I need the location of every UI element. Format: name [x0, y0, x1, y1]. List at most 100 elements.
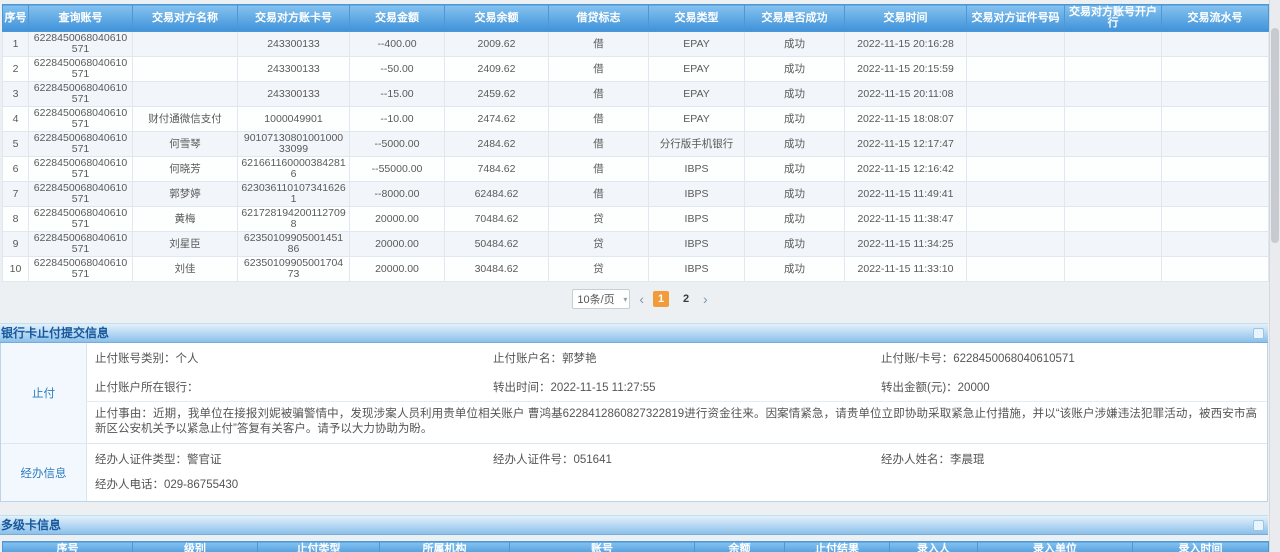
table-cell	[1065, 232, 1162, 257]
table-cell: 70484.62	[445, 207, 549, 232]
column-header: 止付类型	[258, 542, 380, 552]
table-cell: 2022-11-15 11:33:10	[845, 257, 967, 282]
table-cell: 30484.62	[445, 257, 549, 282]
table-cell	[1065, 107, 1162, 132]
table-cell: 4	[3, 107, 29, 132]
table-cell: 刘佳	[133, 257, 238, 282]
table-cell: 贷	[549, 232, 649, 257]
collapse-icon[interactable]	[1253, 520, 1264, 531]
table-cell: 分行版手机银行	[649, 132, 745, 157]
table-cell	[1065, 132, 1162, 157]
column-header: 交易时间	[845, 5, 967, 32]
table-cell: 成功	[745, 207, 845, 232]
column-header: 录入时间	[1133, 542, 1269, 552]
table-cell: 6228450068040610571	[29, 232, 133, 257]
page-size-select[interactable]: 10条/页 ▾	[572, 289, 630, 309]
table-cell: 2484.62	[445, 132, 549, 157]
transaction-row: 76228450068040610571郭梦婷62303611010734162…	[3, 182, 1269, 207]
column-header: 余额	[695, 542, 785, 552]
table-cell	[967, 132, 1065, 157]
table-cell: --5000.00	[350, 132, 445, 157]
table-cell: 62484.62	[445, 182, 549, 207]
table-cell: 6	[3, 157, 29, 182]
column-header: 交易金额	[350, 5, 445, 32]
table-cell: IBPS	[649, 182, 745, 207]
table-cell: 何晓芳	[133, 157, 238, 182]
table-cell: EPAY	[649, 107, 745, 132]
stop-account-name-field: 止付账户名：郭梦艳	[493, 350, 881, 366]
page-button-1[interactable]: 1	[653, 291, 669, 307]
field-row: 经办人电话：029-86755430	[87, 473, 1267, 501]
chevron-down-icon: ▾	[623, 295, 627, 304]
transaction-row: 86228450068040610571黄梅621728194200112709…	[3, 207, 1269, 232]
transfer-time-field: 转出时间：2022-11-15 11:27:55	[493, 379, 881, 395]
table-cell: --10.00	[350, 107, 445, 132]
table-cell: --55000.00	[350, 157, 445, 182]
table-cell: 借	[549, 182, 649, 207]
multi-card-section-header: 多级卡信息	[0, 515, 1268, 535]
column-header: 交易类型	[649, 5, 745, 32]
table-cell: 2022-11-15 20:11:08	[845, 82, 967, 107]
next-page-button[interactable]: ›	[703, 292, 708, 306]
table-cell	[1162, 57, 1269, 82]
operator-id-type-field: 经办人证件类型：警官证	[95, 451, 493, 467]
table-cell: EPAY	[649, 57, 745, 82]
collapse-icon[interactable]	[1253, 328, 1264, 339]
table-cell: --50.00	[350, 57, 445, 82]
table-cell: EPAY	[649, 82, 745, 107]
table-cell: 2	[3, 57, 29, 82]
transaction-table-section: 序号查询账号交易对方名称交易对方账卡号交易金额交易余额借贷标志交易类型交易是否成…	[0, 0, 1280, 282]
column-header: 交易是否成功	[745, 5, 845, 32]
table-cell: 刘星臣	[133, 232, 238, 257]
table-cell	[967, 232, 1065, 257]
table-cell: 20000.00	[350, 257, 445, 282]
table-cell: --15.00	[350, 82, 445, 107]
prev-page-button[interactable]: ‹	[639, 292, 644, 306]
table-cell: 贷	[549, 207, 649, 232]
transaction-row: 106228450068040610571刘佳62350109905001704…	[3, 257, 1269, 282]
table-cell: 6217281942001127098	[238, 207, 350, 232]
column-header: 录入人	[890, 542, 978, 552]
table-cell	[967, 207, 1065, 232]
table-cell: 3	[3, 82, 29, 107]
column-header: 止付结果	[785, 542, 890, 552]
table-cell: 财付通微信支付	[133, 107, 238, 132]
table-cell: 借	[549, 132, 649, 157]
table-cell: IBPS	[649, 207, 745, 232]
table-cell: IBPS	[649, 232, 745, 257]
table-cell: 2022-11-15 20:16:28	[845, 32, 967, 57]
table-cell: 20000.00	[350, 207, 445, 232]
table-cell: 借	[549, 82, 649, 107]
transaction-row: 26228450068040610571243300133--50.002409…	[3, 57, 1269, 82]
table-cell: 2009.62	[445, 32, 549, 57]
table-cell	[1162, 157, 1269, 182]
table-cell: --8000.00	[350, 182, 445, 207]
transfer-amount-field: 转出金额(元)：20000	[881, 379, 1263, 395]
scrollbar-thumb[interactable]	[1271, 28, 1279, 243]
table-cell: 6228450068040610571	[29, 157, 133, 182]
table-cell: 2022-11-15 11:38:47	[845, 207, 967, 232]
stop-payment-group-label: 止付	[1, 343, 87, 443]
table-cell	[967, 257, 1065, 282]
table-cell	[1065, 182, 1162, 207]
table-cell: 成功	[745, 232, 845, 257]
table-cell: 243300133	[238, 57, 350, 82]
table-cell	[133, 32, 238, 57]
vertical-scrollbar[interactable]	[1269, 0, 1280, 552]
table-cell	[133, 82, 238, 107]
table-cell: 6228450068040610571	[29, 32, 133, 57]
page-button-2[interactable]: 2	[678, 291, 694, 307]
table-cell: 成功	[745, 182, 845, 207]
table-cell: 成功	[745, 107, 845, 132]
table-cell: 9	[3, 232, 29, 257]
table-cell: --400.00	[350, 32, 445, 57]
stop-reason-text: 止付事由：近期，我单位在接报刘妮被骗警情中，发现涉案人员利用贵单位相关账户 曹鸿…	[87, 401, 1267, 443]
table-cell	[1162, 257, 1269, 282]
table-cell: 243300133	[238, 82, 350, 107]
table-cell	[1162, 182, 1269, 207]
operator-group-content: 经办人证件类型：警官证 经办人证件号：051641 经办人姓名：李晨琨 经办人电…	[87, 444, 1267, 501]
multi-card-section-title: 多级卡信息	[1, 518, 61, 532]
table-cell: 成功	[745, 257, 845, 282]
table-cell	[1065, 57, 1162, 82]
table-cell: 借	[549, 32, 649, 57]
